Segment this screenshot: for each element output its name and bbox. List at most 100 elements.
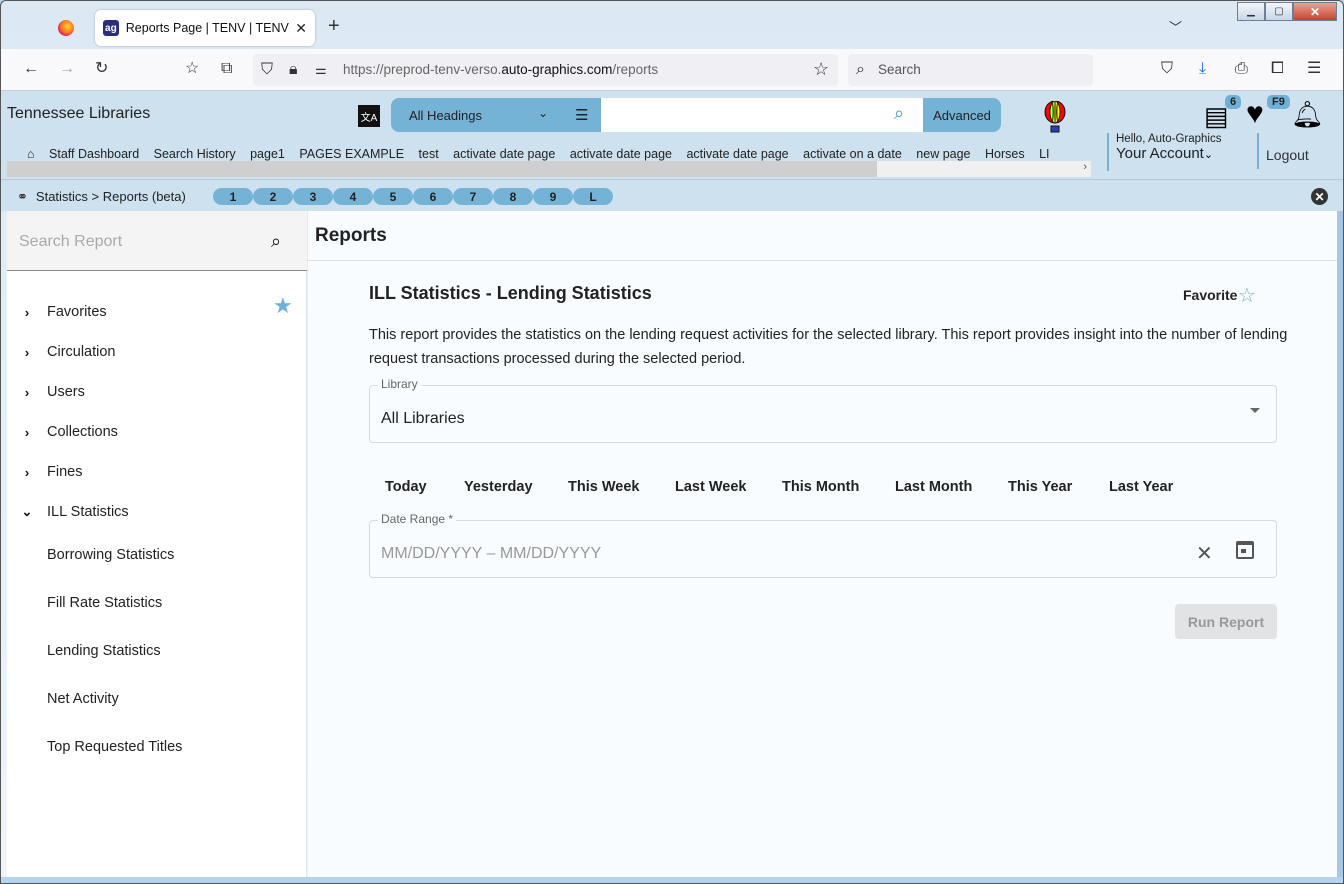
quick-link[interactable]: activate date page [570,147,672,161]
scrollbar-thumb[interactable] [7,161,877,177]
minimize-button[interactable]: ▁ [1237,2,1265,21]
pocket-icon[interactable]: ⛉ [1161,59,1173,79]
catalog-search-input[interactable] [601,98,923,132]
range-last-week[interactable]: Last Week [675,479,746,495]
shield-icon[interactable]: ⛉ [261,60,273,80]
shortcut-pill[interactable]: 5 [373,188,413,205]
lock-icon[interactable]: 🔒︎ [289,60,298,80]
shortcut-pill[interactable]: 1 [213,188,253,205]
heart-icon[interactable]: ♥ [1246,97,1264,131]
print-icon[interactable]: ⎙ [1235,59,1248,79]
sidebar-subitem-lending[interactable]: Lending Statistics [47,643,161,659]
page-scrollbar[interactable] [1337,211,1343,879]
close-icon[interactable]: ✕ [1311,188,1328,205]
reload-icon[interactable]: ↻ [95,59,108,79]
maximize-button[interactable]: ▢ [1265,2,1293,21]
shortcut-pill[interactable]: 6 [413,188,453,205]
shortcut-pill[interactable]: 2 [253,188,293,205]
database-icon[interactable]: ☰ [575,106,588,124]
close-tab-icon[interactable]: ✕ [295,20,307,37]
bookmark-star-icon[interactable]: ☆ [813,59,829,79]
shortcut-pill[interactable]: 4 [333,188,373,205]
search-icon[interactable]: ⌕ [894,103,904,124]
home-icon[interactable]: ⌂ [27,147,35,161]
quick-links-scrollbar[interactable]: › [7,161,1091,177]
run-report-button[interactable]: Run Report [1175,604,1277,639]
bookmark-add-icon[interactable]: ☆ [185,59,199,79]
chevron-down-icon[interactable]: ⌄ [538,106,548,120]
quick-link[interactable]: Horses [985,147,1025,161]
quick-link[interactable]: activate on a date [803,147,902,161]
shortcut-pill[interactable]: 3 [293,188,333,205]
bell-icon[interactable]: 🔔︎ [1291,99,1324,130]
quick-link[interactable]: activate date page [453,147,555,161]
sidebar-item-fines[interactable]: › Fines [7,454,307,490]
new-tab-button[interactable]: + [328,15,340,38]
account-label[interactable]: Your Account [1116,145,1204,162]
clear-icon[interactable]: ✕ [1196,541,1213,566]
calendar-icon[interactable] [1236,541,1254,559]
quick-link[interactable]: page1 [250,147,285,161]
quick-link[interactable]: Search History [154,147,236,161]
forward-icon[interactable]: → [59,59,75,79]
sidebar-subitem-net-activity[interactable]: Net Activity [47,691,119,707]
sidebar-item-label: ILL Statistics [47,504,129,520]
sidebar-subitem-borrowing[interactable]: Borrowing Statistics [47,547,174,563]
menu-icon[interactable]: ☰ [1307,59,1321,79]
sidebar-item-users[interactable]: › Users [7,374,307,410]
range-today[interactable]: Today [385,479,427,495]
browser-search-box[interactable]: ⌕ Search [848,54,1093,86]
range-yesterday[interactable]: Yesterday [464,479,533,495]
url-text[interactable]: https://preprod-tenv-verso.auto-graphics… [343,62,658,77]
range-last-month[interactable]: Last Month [895,479,972,495]
shortcut-pill[interactable]: 8 [493,188,533,205]
browser-tab[interactable]: ag Reports Page | TENV | TENV | Auto-Gra… [95,10,315,46]
quick-link[interactable]: new page [916,147,970,161]
back-icon[interactable]: ← [23,59,39,79]
quick-link[interactable]: test [419,147,439,161]
report-search-input[interactable] [19,233,259,251]
logout-link[interactable]: Logout [1257,133,1309,169]
search-scope-select[interactable]: All Headings [409,108,482,123]
permissions-icon[interactable]: ⚌ [315,60,327,80]
range-this-week[interactable]: This Week [568,479,639,495]
dropdown-arrow-icon[interactable] [1250,408,1260,413]
extensions-icon[interactable]: ⧠ [1271,59,1284,79]
quick-link[interactable]: Staff Dashboard [49,147,139,161]
brand-title[interactable]: Tennessee Libraries [7,105,150,123]
advanced-search-button[interactable]: Advanced [925,98,999,132]
shortcut-pill[interactable]: 9 [533,188,573,205]
share-icon[interactable]: ⧉ [221,59,232,79]
sidebar-item-collections[interactable]: › Collections [7,414,307,450]
range-last-year[interactable]: Last Year [1109,479,1173,495]
sidebar-item-ill-statistics[interactable]: ⌄ ILL Statistics [7,494,307,530]
chevron-right-icon[interactable]: › [1083,161,1087,173]
sidebar-subitem-top-requested[interactable]: Top Requested Titles [47,739,182,755]
search-icon[interactable]: ⌕ [271,231,281,252]
balloon-icon[interactable] [1043,101,1067,133]
chevron-down-icon[interactable]: ⌄ [1204,149,1213,161]
sidebar-subitem-fill-rate[interactable]: Fill Rate Statistics [47,595,162,611]
firefox-icon[interactable] [58,20,74,36]
shortcut-pill[interactable]: 7 [453,188,493,205]
link-icon: ⚭ [17,189,28,204]
range-this-year[interactable]: This Year [1008,479,1072,495]
shortcut-pill[interactable]: L [573,188,613,205]
list-tabs-icon[interactable]: ﹀ [1169,17,1182,36]
close-window-button[interactable]: ✕ [1293,2,1337,21]
quick-link[interactable]: PAGES EXAMPLE [299,147,404,161]
download-icon[interactable]: ⤓ [1199,59,1206,79]
language-icon[interactable]: 文A [358,105,380,127]
sidebar-item-circulation[interactable]: › Circulation [7,334,307,370]
sidebar-item-favorites[interactable]: › Favorites [7,294,307,330]
favorite-label[interactable]: Favorite [1183,287,1237,303]
account-menu[interactable]: Hello, Auto-Graphics Your Account⌄ [1107,133,1221,171]
date-range-input[interactable]: Date Range * MM/DD/YYYY – MM/DD/YYYY ✕ [369,512,1277,578]
quick-link[interactable]: LI [1039,147,1049,161]
library-select[interactable]: Library All Libraries [369,377,1277,443]
star-outline-icon[interactable]: ☆ [1238,283,1256,308]
quick-link[interactable]: activate date page [686,147,788,161]
breadcrumb-text[interactable]: Statistics > Reports (beta) [36,189,186,204]
range-this-month[interactable]: This Month [782,479,859,495]
url-bar[interactable]: ⛉ 🔒︎ ⚌ https://preprod-tenv-verso.auto-g… [253,54,838,86]
